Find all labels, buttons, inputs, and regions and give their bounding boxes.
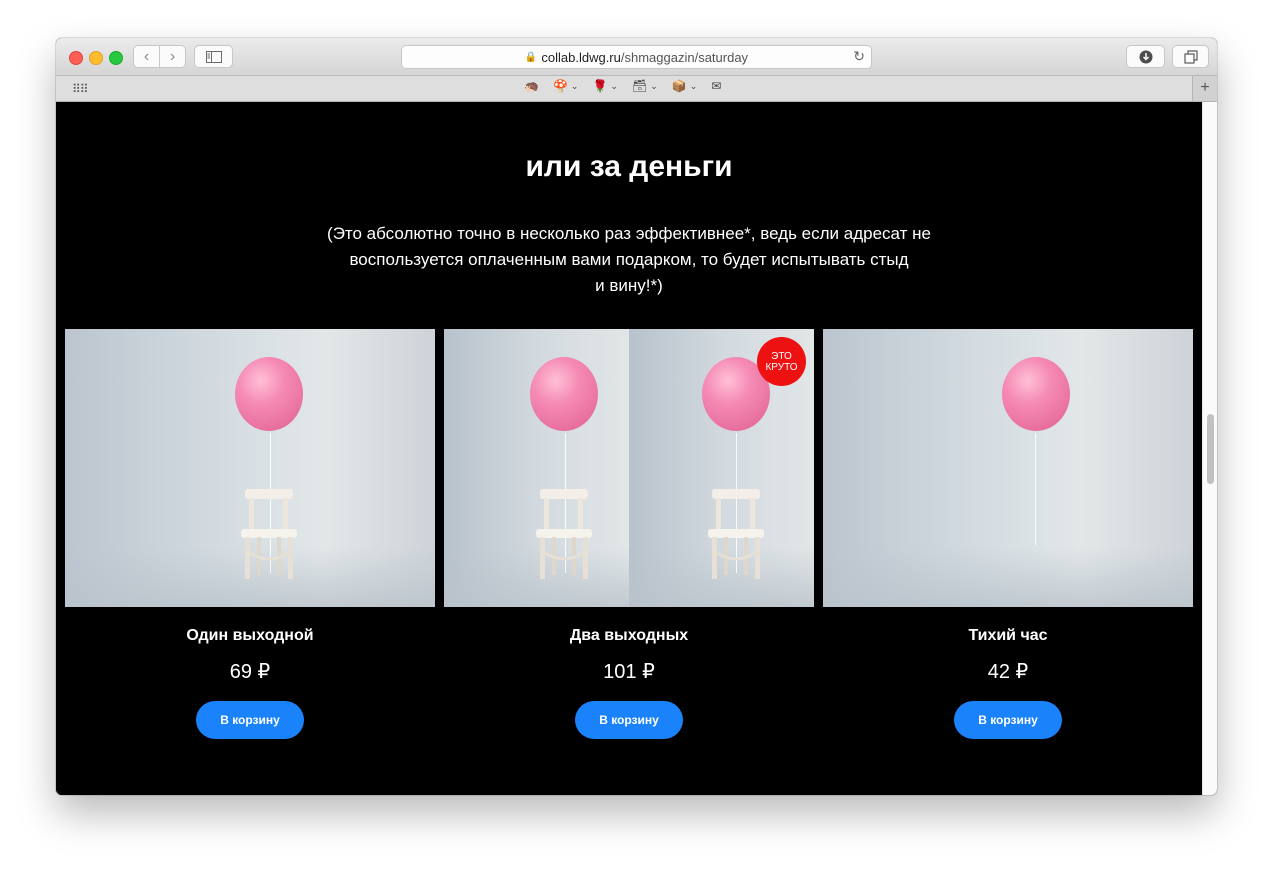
product-price: 42 ₽ xyxy=(987,661,1029,683)
reload-icon[interactable]: ↻ xyxy=(853,48,865,65)
close-window-button[interactable] xyxy=(69,51,83,65)
product-card: Один выходной 69 ₽ В корзину xyxy=(65,329,435,739)
forward-icon[interactable]: › xyxy=(160,46,185,67)
add-to-cart-button[interactable]: В корзину xyxy=(954,701,1062,739)
section-title: или за деньги xyxy=(525,150,733,183)
balloon-illustration xyxy=(1002,357,1070,431)
chair-illustration xyxy=(536,489,592,579)
chair-illustration xyxy=(241,489,297,579)
favorite-icon: 🦔 xyxy=(524,79,539,93)
product-price: 101 ₽ xyxy=(603,661,655,683)
balloon-illustration xyxy=(235,357,303,431)
address-bar[interactable]: 🔒 collab.ldwg.ru/shmaggazin/saturday ↻ xyxy=(401,45,872,69)
navigation-buttons: ‹ › xyxy=(133,45,186,68)
favorite-icon: 🌹 xyxy=(592,79,608,93)
product-image[interactable]: ЭТО КРУТО xyxy=(444,329,814,607)
chevron-down-icon[interactable]: ⌄ xyxy=(690,81,698,92)
product-name: Один выходной xyxy=(186,627,314,644)
downloads-button[interactable] xyxy=(1126,45,1165,68)
favorite-item[interactable]: 🍄 ⌄ xyxy=(553,79,579,93)
favorite-icon: 🗃 xyxy=(631,79,648,93)
product-name: Два выходных xyxy=(569,627,689,644)
product-price: 69 ₽ xyxy=(229,661,271,683)
favorite-item[interactable]: 🦔 xyxy=(524,79,539,93)
chair-illustration xyxy=(708,489,764,579)
tab-overview-button[interactable] xyxy=(1172,45,1209,68)
balloon-illustration xyxy=(530,357,598,431)
sidebar-toggle-button[interactable] xyxy=(194,45,233,68)
favorite-item[interactable]: 🗃 ⌄ xyxy=(632,79,658,93)
browser-window: ‹ › 🔒 collab.ldwg.ru/shmaggazin/saturday… xyxy=(56,38,1217,795)
scrollbar-thumb[interactable] xyxy=(1207,414,1214,484)
grid-icon[interactable]: ⠿⠿ xyxy=(72,82,89,96)
favorite-item[interactable]: 🌹 ⌄ xyxy=(592,79,618,93)
add-to-cart-button[interactable]: В корзину xyxy=(196,701,304,739)
product-name: Тихий час xyxy=(968,627,1048,644)
chevron-down-icon[interactable]: ⌄ xyxy=(571,81,579,92)
favorite-item[interactable]: ✉ xyxy=(711,79,721,93)
favorites-bar: ⠿⠿ 🦔 🍄 ⌄ 🌹 ⌄ 🗃 ⌄ 📦 ⌄ ✉ + xyxy=(56,76,1217,102)
product-image[interactable] xyxy=(65,329,435,607)
favorite-icon: ✉ xyxy=(711,79,722,93)
tabs-icon xyxy=(1183,49,1198,64)
vertical-scrollbar[interactable] xyxy=(1202,102,1217,795)
chevron-down-icon[interactable]: ⌄ xyxy=(610,81,618,92)
page-content: или за деньги (Это абсолютно точно в нес… xyxy=(56,102,1202,795)
add-to-cart-button[interactable]: В корзину xyxy=(575,701,683,739)
section-subtitle: (Это абсолютно точно в несколько раз эфф… xyxy=(327,224,931,295)
back-icon[interactable]: ‹ xyxy=(134,46,159,67)
favorite-icon: 🍄 xyxy=(552,79,568,93)
favorite-item[interactable]: 📦 ⌄ xyxy=(672,79,698,93)
lock-icon: 🔒 xyxy=(524,51,538,63)
download-icon xyxy=(1139,50,1152,63)
new-tab-button[interactable]: + xyxy=(1192,76,1217,101)
product-image[interactable] xyxy=(823,329,1193,607)
favorite-icon: 📦 xyxy=(671,79,687,93)
product-card: ЭТО КРУТО Два выходных 101 ₽ В корзину xyxy=(444,329,814,739)
title-bar: ‹ › 🔒 collab.ldwg.ru/shmaggazin/saturday… xyxy=(56,38,1217,76)
sidebar-icon xyxy=(205,50,222,63)
url-path: /shmaggazin/saturday xyxy=(620,49,749,65)
promo-badge: ЭТО КРУТО xyxy=(757,337,806,386)
chevron-down-icon[interactable]: ⌄ xyxy=(650,81,658,92)
zoom-window-button[interactable] xyxy=(109,51,123,65)
favorites-list: 🦔 🍄 ⌄ 🌹 ⌄ 🗃 ⌄ 📦 ⌄ ✉ xyxy=(524,79,721,93)
minimize-window-button[interactable] xyxy=(89,51,103,65)
url-host: collab.ldwg.ru xyxy=(541,49,621,65)
product-card: Тихий час 42 ₽ В корзину xyxy=(823,329,1193,739)
